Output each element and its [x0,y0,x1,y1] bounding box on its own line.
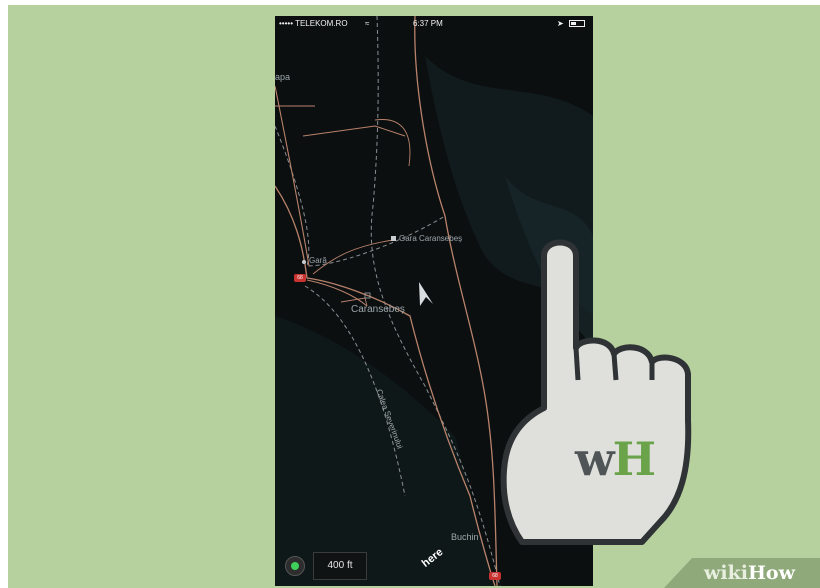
map-label-buchin: Buchin [451,532,479,542]
wh-logo: wH [575,432,656,486]
status-bar: ••••• TELEKOM.RO ≈ 6:37 PM ➤ [275,16,593,32]
location-arrow-icon: ➤ [557,19,564,28]
wh-logo-h: H [612,432,656,486]
map-label-caransebes: Caransebeș [351,304,405,315]
map-label-apa: apa [275,72,291,82]
scale-indicator: 400 ft [313,552,367,580]
wh-logo-w: w [575,432,615,486]
watermark-wiki: wiki [704,562,748,584]
navigation-arrow-icon [419,282,433,306]
carrier-label: ••••• TELEKOM.RO [279,19,348,28]
locate-me-button[interactable] [285,556,305,576]
wifi-icon: ≈ [365,19,370,28]
route-shield: 68 [294,274,306,282]
watermark-how: How [747,562,795,584]
clock: 6:37 PM [413,19,443,28]
battery-icon [569,20,585,27]
pointing-hand-icon [500,239,692,545]
here-logo: here [419,546,446,570]
map-label-gara-caransebes: Gara Caransebeș [399,234,463,243]
map-label-gara: Gară [309,256,327,265]
